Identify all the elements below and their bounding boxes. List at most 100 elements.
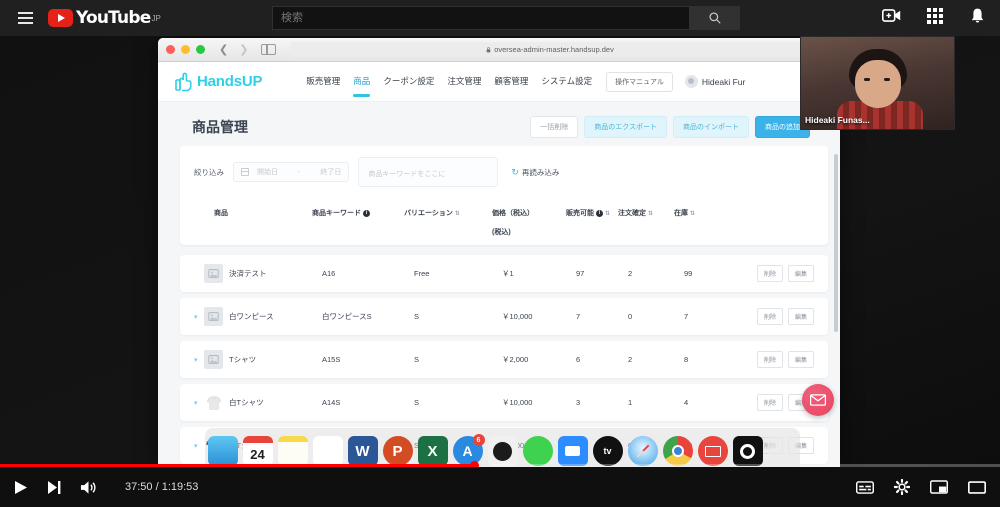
th-sellable[interactable]: 販売可能 i ⇅: [566, 208, 618, 218]
table-row[interactable]: 決済テスト A16 Free ￥1 97 2 99 削除 編集: [180, 255, 828, 292]
th-stock[interactable]: 在庫 ⇅: [674, 208, 730, 218]
address-bar[interactable]: oversea-admin-master.handsup.dev: [290, 42, 810, 57]
back-button[interactable]: ❮: [219, 43, 228, 56]
avatar: [684, 75, 698, 88]
search-input[interactable]: [272, 6, 690, 30]
user-menu[interactable]: Hideaki Fur: [684, 75, 746, 88]
date-to-input[interactable]: 終了日: [320, 167, 341, 177]
apple-tv-icon[interactable]: tv: [592, 436, 623, 466]
zoom-icon[interactable]: [557, 436, 588, 466]
white-tshirt-image: [204, 393, 223, 412]
th-ordered[interactable]: 注文確定 ⇅: [618, 208, 674, 218]
nav-item-system-settings[interactable]: システム設定: [541, 75, 592, 89]
nav-item-orders[interactable]: 注文管理: [447, 75, 481, 89]
th-keyword-label: 商品キーワード: [312, 210, 361, 217]
th-keyword: 商品キーワード i: [312, 208, 404, 218]
expand-caret[interactable]: ▾: [194, 399, 204, 407]
finder-icon[interactable]: [207, 436, 238, 466]
notes-icon[interactable]: [277, 436, 308, 466]
date-from-input[interactable]: 開始日: [257, 167, 278, 177]
forward-button[interactable]: ❯: [239, 43, 248, 56]
chrome-icon[interactable]: [662, 436, 693, 466]
video-stage[interactable]: ❮ ❯ oversea-admin-master.handsup.dev ↻: [0, 36, 1000, 468]
mail-icon[interactable]: [697, 436, 728, 466]
next-video-icon[interactable]: [47, 480, 61, 495]
youtube-logo[interactable]: YouTube JP: [48, 8, 161, 28]
youtube-header-actions: [882, 0, 986, 36]
product-variation: S: [414, 398, 420, 407]
hamburger-menu-icon[interactable]: [8, 12, 42, 24]
safari-icon[interactable]: [627, 436, 658, 466]
user-name: Hideaki Fur: [701, 76, 746, 87]
edit-button[interactable]: 編集: [787, 351, 814, 368]
apps-grid-icon[interactable]: [927, 7, 943, 29]
product-cell: 白ワンピース: [204, 307, 322, 326]
obs-icon[interactable]: [732, 436, 763, 466]
window-traffic-lights[interactable]: [166, 45, 205, 54]
nav-item-customers[interactable]: 顧客管理: [494, 75, 528, 89]
info-icon[interactable]: i: [596, 209, 603, 217]
expand-caret[interactable]: ▾: [194, 356, 204, 364]
import-products-button[interactable]: 商品のインポート: [673, 116, 749, 138]
reload-list-button[interactable]: ↻ 再読み込み: [511, 167, 559, 178]
table-row[interactable]: ▾ 白ワンピース 白ワンピースS S ￥10,000 7 0 7 削除 編集: [180, 298, 828, 335]
product-stock: 4: [684, 398, 689, 407]
nav-item-coupons[interactable]: クーポン設定: [383, 75, 434, 89]
close-window-button[interactable]: [166, 45, 175, 54]
miniplayer-icon[interactable]: [930, 480, 948, 494]
create-video-icon[interactable]: [882, 8, 901, 28]
delete-button[interactable]: 削除: [756, 394, 783, 411]
nav-item-products[interactable]: 商品: [353, 75, 371, 97]
powerpoint-icon[interactable]: P: [382, 436, 413, 466]
excel-icon[interactable]: X: [417, 436, 448, 466]
product-price: ￥10,000: [502, 312, 533, 321]
word-icon[interactable]: W: [347, 436, 378, 466]
minimize-window-button[interactable]: [181, 45, 190, 54]
volume-icon[interactable]: [80, 480, 97, 495]
date-range-picker[interactable]: 開始日 - 終了日: [233, 162, 350, 182]
product-name: Tシャツ: [229, 355, 257, 364]
notifications-bell-icon[interactable]: [969, 7, 986, 30]
player-controls: 37:50 / 1:19:53: [0, 467, 1000, 507]
product-variation: Free: [414, 269, 430, 278]
table-row[interactable]: ▾ Tシャツ A15S S ￥2,000 6 2 8 削除 編集: [180, 341, 828, 378]
delete-button[interactable]: 削除: [756, 351, 783, 368]
settings-gear-icon[interactable]: [894, 479, 910, 495]
th-sellable-label: 販売可能: [566, 210, 594, 217]
product-cell: 白Tシャツ: [204, 393, 322, 412]
play-icon[interactable]: [14, 480, 28, 495]
trash-icon[interactable]: [767, 436, 798, 466]
wechat-icon[interactable]: [522, 436, 553, 466]
info-icon[interactable]: i: [363, 209, 370, 217]
intercom-messenger-button[interactable]: [802, 384, 834, 416]
delete-button[interactable]: 削除: [756, 308, 783, 325]
export-products-button[interactable]: 商品のエクスポート: [584, 116, 667, 138]
maximize-window-button[interactable]: [196, 45, 205, 54]
youtube-header: YouTube JP: [0, 0, 1000, 36]
bulk-delete-button[interactable]: 一括削除: [530, 116, 579, 138]
calendar-icon[interactable]: 24: [242, 436, 273, 466]
sort-icon: ⇅: [690, 210, 696, 217]
edit-button[interactable]: 編集: [787, 265, 814, 282]
fullscreen-icon[interactable]: [968, 480, 986, 494]
search-button[interactable]: [690, 6, 740, 30]
app-nav-links: 販売管理 商品 クーポン設定 注文管理 顧客管理 システム設定: [306, 75, 592, 97]
nav-item-sales[interactable]: 販売管理: [306, 75, 340, 89]
steam-icon[interactable]: [487, 436, 518, 466]
app-store-icon[interactable]: A 6: [452, 434, 485, 466]
expand-caret[interactable]: ▾: [194, 313, 204, 321]
th-variation[interactable]: バリエーション ⇅: [404, 208, 492, 218]
keyword-search-input[interactable]: 商品キーワードをここに: [358, 157, 499, 187]
manual-button[interactable]: 操作マニュアル: [606, 71, 673, 92]
player-left-controls: 37:50 / 1:19:53: [14, 480, 198, 495]
delete-button[interactable]: 削除: [756, 265, 783, 282]
vertical-scrollbar[interactable]: [834, 154, 838, 332]
player-right-controls: [856, 479, 986, 495]
table-row[interactable]: ▾ 白Tシャツ A14S S ￥10,000 3 1 4 削除 編集: [180, 384, 828, 421]
sidebar-toggle-icon[interactable]: [261, 44, 277, 55]
edit-button[interactable]: 編集: [787, 308, 814, 325]
expand-caret[interactable]: ▾: [194, 442, 204, 450]
reminders-icon[interactable]: [312, 436, 343, 466]
subtitles-icon[interactable]: [856, 480, 874, 494]
handsup-logo[interactable]: HandsUP: [174, 71, 262, 92]
